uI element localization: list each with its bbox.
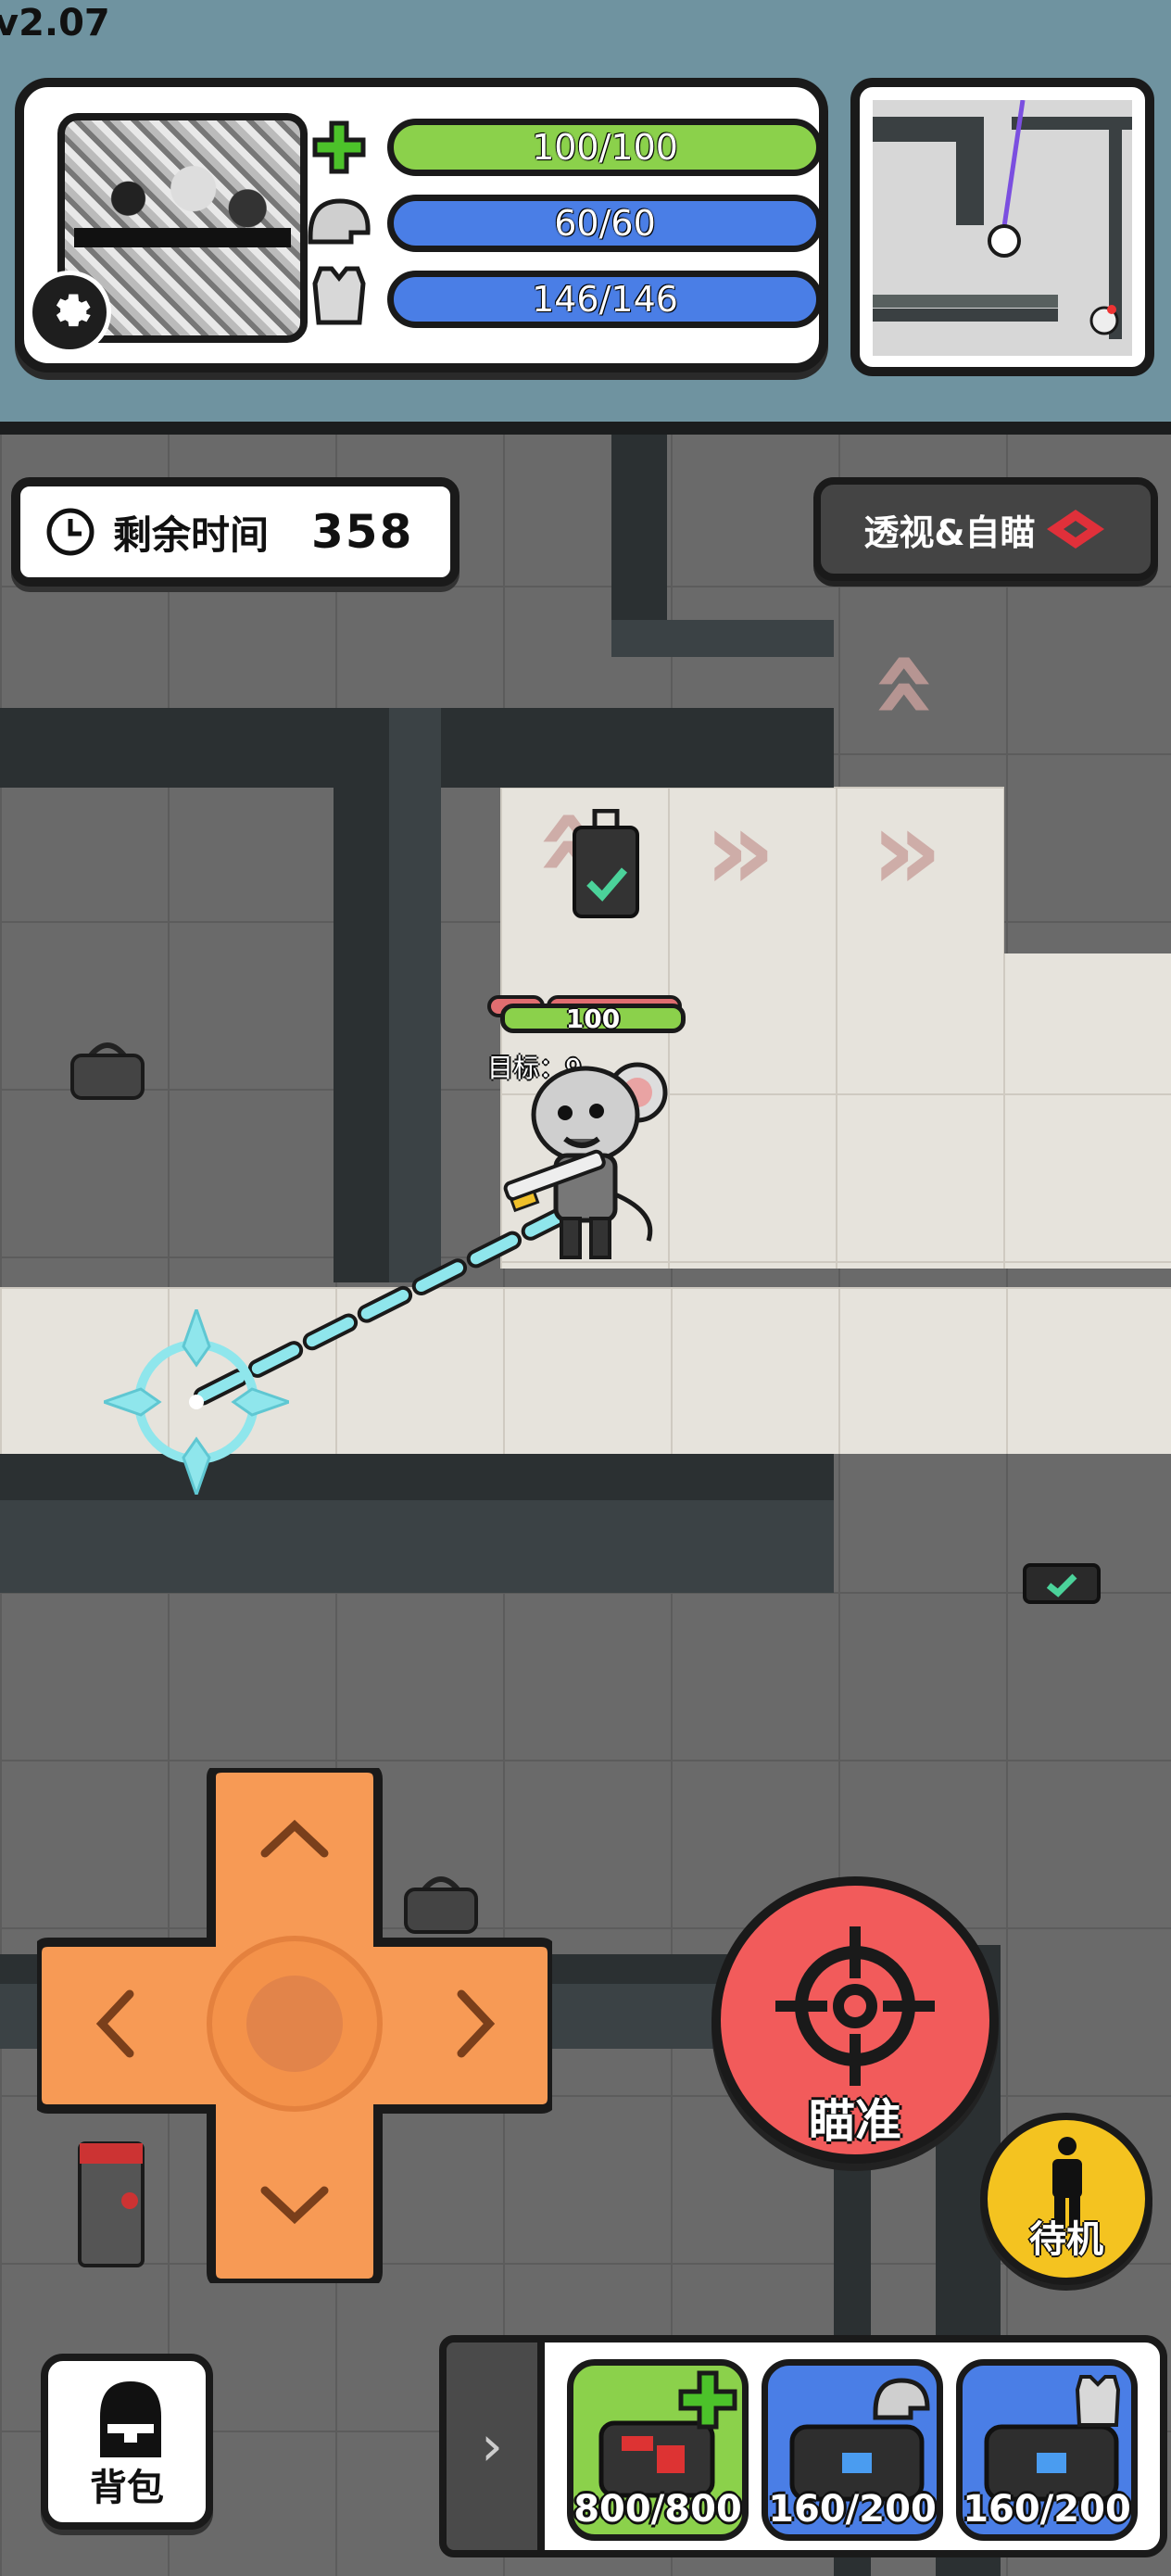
clock-icon [46, 508, 94, 556]
time-remaining-panel: 剩余时间 358 [11, 477, 460, 587]
ammo-box-loot-icon[interactable] [1021, 1559, 1102, 1608]
backpack-label: 背包 [90, 2467, 164, 2509]
red-diamond-icon [1046, 510, 1104, 549]
armor-repair-slot[interactable]: 160/200 [956, 2359, 1138, 2541]
dpad-right-icon[interactable] [452, 1987, 498, 2061]
helmet-icon [302, 189, 376, 254]
version-label: v2.07 [0, 2, 110, 44]
helmet-repair-count: 160/200 [768, 2488, 937, 2531]
crosshair-reticle-icon[interactable] [104, 1309, 289, 1495]
health-value: 100/100 [532, 127, 678, 168]
aim-fire-button[interactable]: 瞄准 [711, 1876, 999, 2164]
helmet-icon [873, 2378, 930, 2420]
minimap[interactable] [850, 78, 1154, 376]
dpad-down-icon[interactable] [258, 2181, 332, 2228]
hud-divider [0, 422, 1171, 435]
xray-aimbot-button[interactable]: 透视&自瞄 [813, 477, 1158, 581]
idle-button[interactable]: 待机 [980, 2113, 1152, 2285]
aim-fire-label: 瞄准 [809, 2094, 901, 2148]
time-remaining-label: 剩余时间 [113, 511, 270, 558]
player-hp-tag: 100 [500, 1004, 686, 1034]
dpad-up-icon[interactable] [258, 1816, 332, 1863]
medkit-count: 800/800 [573, 2488, 742, 2531]
armor-vest-icon [302, 263, 376, 328]
idle-label: 待机 [1029, 2218, 1103, 2261]
armor-bar: 146/146 [387, 271, 823, 328]
top-hud: v2.07 100/100 60/60 146/146 [0, 0, 1171, 422]
quick-item-tray: 800/800 160/200 160/200 [537, 2335, 1167, 2557]
xray-aimbot-label: 透视&自瞄 [863, 511, 1036, 553]
health-bar: 100/100 [387, 119, 823, 176]
player-character[interactable] [500, 1055, 676, 1269]
backpack-icon [100, 2381, 161, 2457]
armor-vest-icon [1075, 2375, 1121, 2427]
dpad-left-icon[interactable] [93, 1987, 139, 2061]
helmet-value: 60/60 [554, 203, 656, 244]
tray-toggle-chevron-icon[interactable]: › [439, 2335, 545, 2557]
health-cross-icon [302, 115, 376, 180]
crosshair-icon [775, 1926, 935, 2086]
helmet-repair-slot[interactable]: 160/200 [762, 2359, 943, 2541]
time-remaining-value: 358 [311, 505, 414, 559]
helmet-bar: 60/60 [387, 195, 823, 252]
health-plus-icon [678, 2370, 737, 2430]
settings-gear-icon[interactable] [28, 271, 111, 354]
armor-value: 146/146 [532, 279, 678, 320]
status-panel: 100/100 60/60 146/146 [15, 78, 828, 373]
medkit-slot[interactable]: 800/800 [567, 2359, 749, 2541]
backpack-button[interactable]: 背包 [41, 2354, 213, 2530]
armor-repair-count: 160/200 [963, 2488, 1131, 2531]
movement-dpad[interactable] [32, 1763, 557, 2288]
